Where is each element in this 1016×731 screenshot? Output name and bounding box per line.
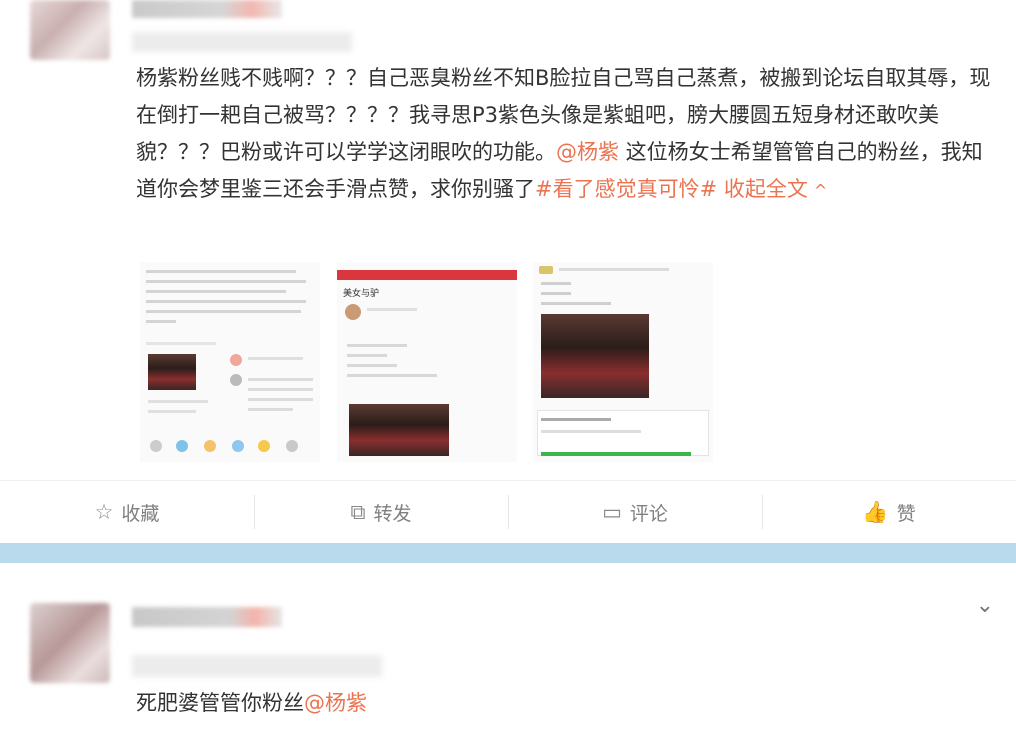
comment-button[interactable]: ▭ 评论: [508, 481, 762, 543]
comment-avatar[interactable]: [30, 603, 110, 683]
avatar[interactable]: [30, 0, 110, 60]
comment-body: 死肥婆管管你粉丝: [136, 691, 304, 715]
thumbs-up-icon: 👍: [862, 499, 889, 524]
hashtag-link[interactable]: #看了感觉真可怜#: [535, 177, 717, 201]
weibo-post: 杨紫粉丝贱不贱啊？？？自己恶臭粉丝不知B脸拉自己骂自己蒸煮，被搬到论坛自取其辱，…: [0, 0, 1016, 540]
favorite-label: 收藏: [121, 502, 160, 525]
post-text: 杨紫粉丝贱不贱啊？？？自己恶臭粉丝不知B脸拉自己骂自己蒸煮，被搬到论坛自取其辱，…: [136, 60, 996, 209]
comment-username-blurred[interactable]: [132, 607, 282, 627]
comment-meta-blurred: [132, 655, 382, 677]
repost-label: 转发: [373, 502, 412, 525]
comment-label: 评论: [629, 502, 668, 525]
comment-mention-link[interactable]: @杨紫: [304, 691, 367, 715]
image-2-title: 美女与驴: [343, 289, 380, 299]
post-image-2[interactable]: 美女与驴: [337, 262, 517, 462]
comment-item: ⌄ 死肥婆管管你粉丝@杨紫: [0, 563, 1016, 731]
collapse-caret-icon[interactable]: ^: [814, 181, 827, 200]
username-blurred[interactable]: [132, 0, 282, 18]
favorite-button[interactable]: ☆ 收藏: [0, 481, 254, 543]
post-meta-blurred: [132, 32, 352, 52]
comment-text: 死肥婆管管你粉丝@杨紫: [136, 687, 367, 717]
collapse-text-link[interactable]: 收起全文: [724, 177, 808, 201]
like-button[interactable]: 👍 赞: [762, 481, 1016, 543]
comment-icon: ▭: [602, 500, 622, 524]
action-bar: ☆ 收藏 ⧉ 转发 ▭ 评论 👍 赞: [0, 480, 1016, 542]
mention-link[interactable]: @杨紫: [556, 140, 619, 164]
post-image-3[interactable]: [533, 262, 713, 462]
chevron-down-icon[interactable]: ⌄: [976, 593, 994, 618]
like-label: 赞: [896, 502, 916, 525]
star-icon: ☆: [94, 500, 114, 524]
repost-button[interactable]: ⧉ 转发: [254, 481, 508, 543]
repost-icon: ⧉: [350, 499, 366, 524]
section-divider: [0, 543, 1016, 563]
post-image-1[interactable]: [140, 262, 320, 462]
